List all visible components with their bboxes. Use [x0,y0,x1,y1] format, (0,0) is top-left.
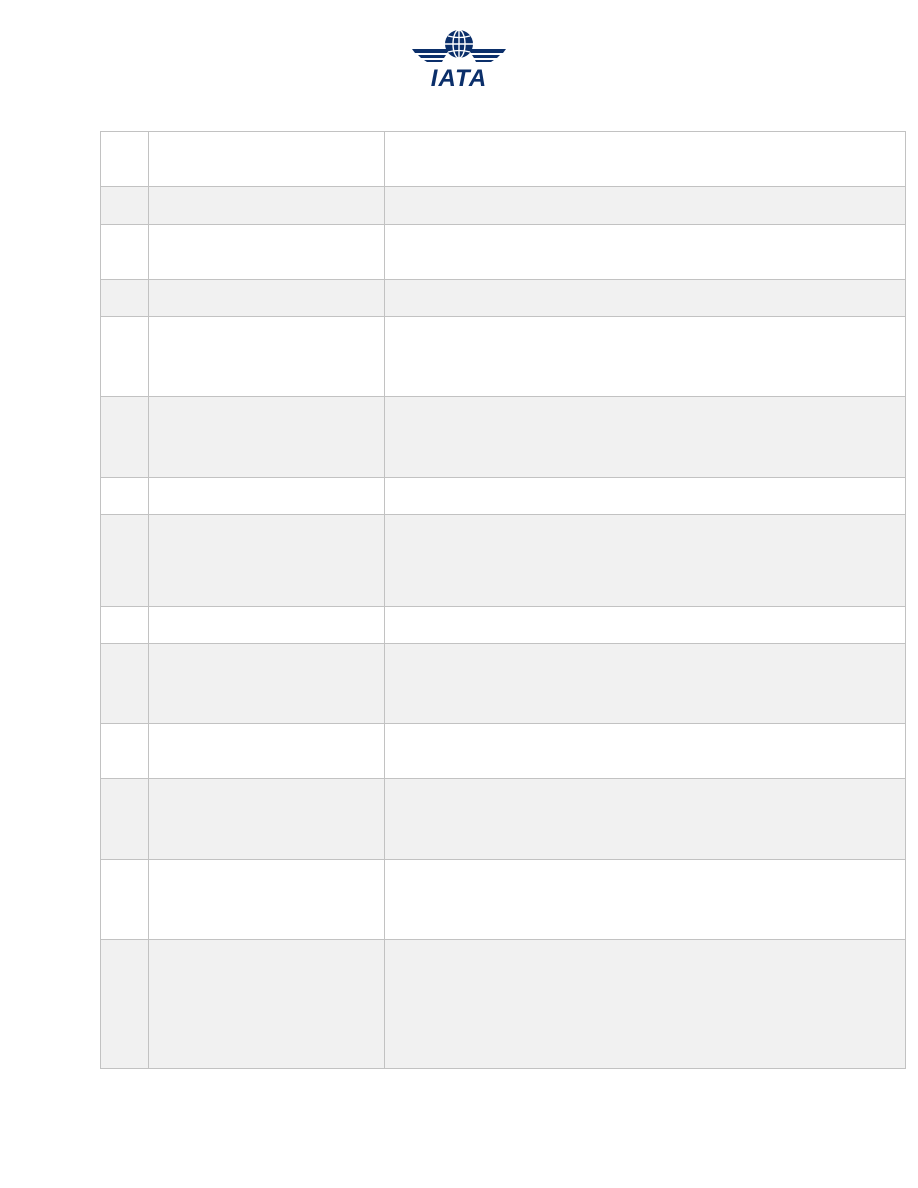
table-row [100,131,906,187]
table-cell-description [384,606,906,644]
table-cell-description [384,396,906,478]
table-cell-description [384,186,906,225]
table-cell-description [384,279,906,317]
table-cell-description [384,643,906,724]
table-cell-label [148,723,385,779]
table-cell-number [100,606,149,644]
table-cell-number [100,723,149,779]
table-cell-description [384,723,906,779]
table-cell-label [148,316,385,397]
table-cell-label [148,477,385,515]
table-cell-description [384,859,906,940]
table-cell-description [384,477,906,515]
table-cell-description [384,224,906,280]
table-cell-label [148,643,385,724]
table-cell-label [148,186,385,225]
table-cell-number [100,396,149,478]
table-cell-description [384,939,906,1069]
table-cell-label [148,859,385,940]
table-cell-number [100,316,149,397]
table-cell-label [148,131,385,187]
table-cell-number [100,279,149,317]
content-table [100,131,906,1069]
table-cell-number [100,643,149,724]
table-row [100,396,906,478]
table-row [100,939,906,1069]
table-cell-description [384,131,906,187]
table-cell-label [148,279,385,317]
iata-logo: IATA [409,27,509,93]
table-cell-number [100,477,149,515]
table-row [100,186,906,225]
table-cell-description [384,778,906,860]
table-row [100,606,906,644]
table-cell-label [148,514,385,607]
table-cell-number [100,939,149,1069]
table-cell-label [148,939,385,1069]
table-row [100,778,906,860]
table-cell-description [384,316,906,397]
table-cell-label [148,778,385,860]
table-cell-number [100,131,149,187]
table-row [100,514,906,607]
table-row [100,643,906,724]
table-cell-label [148,606,385,644]
table-row [100,859,906,940]
table-cell-number [100,224,149,280]
table-row [100,723,906,779]
table-row [100,224,906,280]
table-row [100,477,906,515]
table-cell-number [100,186,149,225]
table-cell-description [384,514,906,607]
table-cell-label [148,224,385,280]
table-row [100,316,906,397]
table-cell-number [100,514,149,607]
table-cell-number [100,778,149,860]
table-cell-number [100,859,149,940]
globe-wings-icon [412,29,506,62]
logo-text: IATA [430,65,488,92]
table-row [100,279,906,317]
table-cell-label [148,396,385,478]
